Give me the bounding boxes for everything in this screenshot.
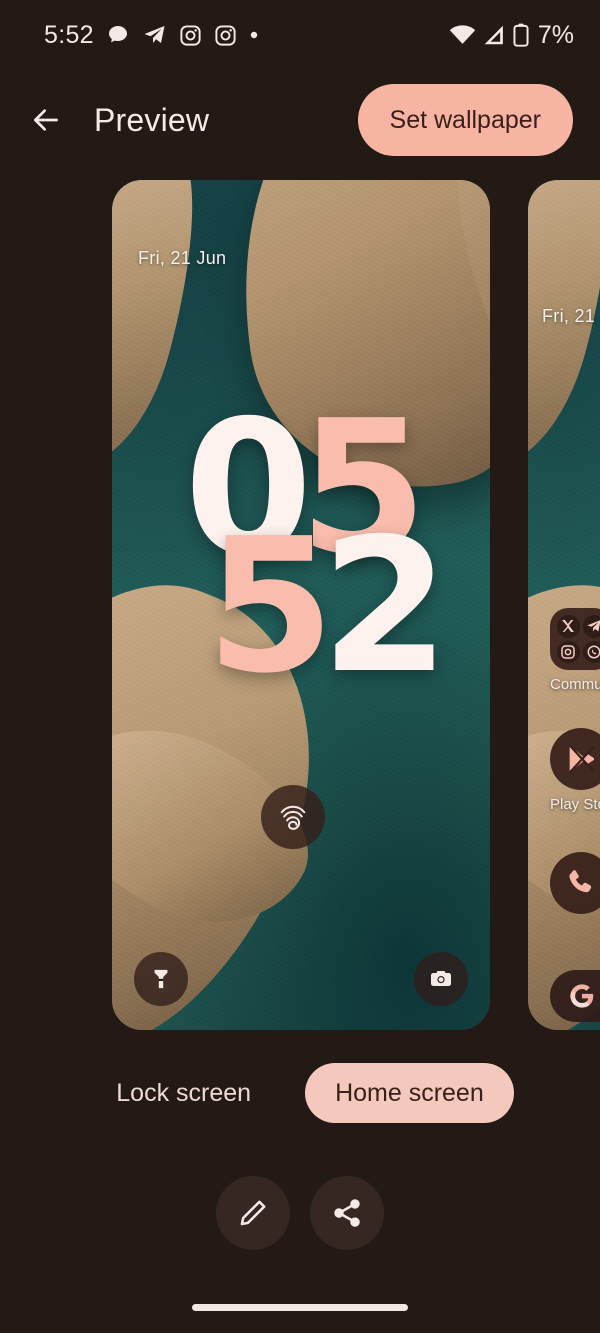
battery-icon: [513, 23, 529, 47]
pencil-icon: [240, 1200, 266, 1226]
whatsapp-icon: [582, 640, 600, 663]
back-button[interactable]: [20, 94, 72, 146]
google-search-bar[interactable]: [550, 970, 600, 1022]
lock-screen-clock: 0 5 5 2: [170, 395, 450, 714]
camera-shortcut-button[interactable]: [414, 952, 468, 1006]
flashlight-shortcut-button[interactable]: [134, 952, 188, 1006]
tab-lock-screen[interactable]: Lock screen: [86, 1063, 281, 1123]
clock-minute: 5 2: [206, 498, 450, 714]
status-bar-left: 5:52: [44, 21, 259, 50]
folder-label: Communic: [550, 676, 600, 693]
share-icon: [334, 1199, 360, 1227]
bottom-action-bar: [0, 1174, 600, 1252]
cellular-signal-icon: [484, 25, 503, 45]
status-bar: 5:52 7%: [0, 0, 600, 70]
page-title: Preview: [94, 101, 210, 138]
top-app-bar: Preview Set wallpaper: [0, 70, 600, 170]
wallpaper-preview-carousel[interactable]: Fri, 21 Jun 0 5 5 2 Fri, 21 Commu Play S…: [0, 180, 600, 1030]
app-play-store[interactable]: Play Stor: [550, 728, 600, 813]
clock-minute-digit-1: 5: [206, 498, 335, 714]
set-wallpaper-button[interactable]: Set wallpaper: [357, 84, 573, 156]
home-screen-preview-card[interactable]: Fri, 21 J: [528, 180, 600, 1030]
fingerprint-sensor-button[interactable]: [261, 785, 325, 849]
play-store-icon[interactable]: [550, 728, 600, 790]
app-folder-communication[interactable]: Communic: [550, 608, 600, 693]
status-time: 5:52: [44, 20, 94, 49]
folder-icon[interactable]: [550, 608, 600, 670]
phone-icon[interactable]: [550, 852, 600, 914]
telegram-icon: [144, 26, 165, 43]
instagram-icon: [180, 24, 201, 46]
play-store-label: Play Stor: [550, 796, 600, 813]
back-arrow-icon: [34, 109, 58, 131]
messages-icon: [108, 26, 127, 43]
tab-home-screen[interactable]: Home screen: [305, 1063, 514, 1123]
instagram-icon: [557, 640, 580, 663]
telegram-icon: [582, 615, 600, 638]
flashlight-icon: [154, 969, 168, 989]
instagram-icon: [215, 24, 236, 46]
screen-type-tabs[interactable]: Lock screen Home screen: [0, 1062, 600, 1124]
app-phone[interactable]: [550, 852, 600, 914]
share-button[interactable]: [310, 1176, 384, 1250]
status-bar-right: 7%: [449, 21, 574, 50]
home-screen-date: Fri, 21 J: [542, 306, 600, 326]
clock-minute-digit-2: 2: [320, 498, 450, 714]
battery-percent: 7%: [537, 20, 574, 49]
lock-screen-date: Fri, 21 Jun: [138, 248, 227, 268]
home-gesture-bar[interactable]: [192, 1304, 408, 1311]
x-twitter-icon: [557, 615, 580, 638]
camera-icon: [431, 971, 451, 986]
wifi-icon: [449, 25, 476, 44]
dot-icon: [250, 31, 258, 39]
fingerprint-icon: [280, 805, 306, 830]
google-g-icon: [570, 984, 594, 1008]
lock-screen-preview-card[interactable]: Fri, 21 Jun 0 5 5 2: [112, 180, 490, 1030]
edit-button[interactable]: [216, 1176, 290, 1250]
